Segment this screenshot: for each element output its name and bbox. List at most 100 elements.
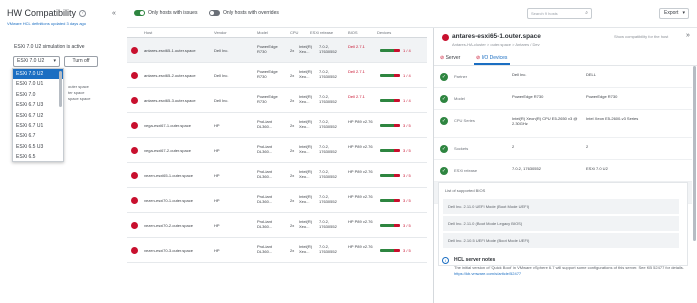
table-row[interactable]: vega-esxi67-1.outer.space HP ProLiant DL36…	[127, 113, 427, 138]
detail-row: ✓ Sockets 2 2	[434, 138, 692, 160]
vendor: Dell Inc.	[214, 73, 229, 78]
progress-error	[394, 149, 400, 152]
detail-row: ✓ Model PowerEdge R730 PowerEdge R730	[434, 88, 692, 110]
host-detail-pane: antares-esxi65-1.outer.space Antares-HA-…	[433, 28, 697, 303]
search-input[interactable]: Search 9 hosts ⌕	[527, 8, 592, 19]
version-option[interactable]: ESXi 6.5	[13, 152, 63, 162]
esxi-release: 7.0.2, 17630552	[319, 69, 337, 79]
hcl-updated-link[interactable]: VMware HCL definitions updated 3 days ag…	[7, 21, 86, 26]
esxi-release: 7.0.2, 17630552	[319, 194, 337, 204]
version-option[interactable]: ESXi 6.5 U3	[13, 142, 63, 152]
help-icon[interactable]: ?	[79, 9, 87, 17]
column-header-model[interactable]: Model	[257, 30, 268, 35]
progress-ok	[380, 99, 394, 102]
export-button[interactable]: Export ▾	[659, 8, 689, 19]
model: PowerEdge R730	[257, 94, 278, 104]
column-header-release[interactable]: ESXi release	[310, 30, 333, 35]
overrides-toggle[interactable]	[209, 10, 220, 16]
esxi-release: 7.0.2, 17630552	[319, 119, 337, 129]
host-name[interactable]: vezen-esxi70-1.outer.space	[144, 198, 193, 203]
supported-bios-item[interactable]: Dell Inc. 2.11.0 (Boot Mode Legacy BIOS)	[443, 216, 679, 231]
devices-progress-bar	[380, 124, 400, 127]
devices-count: 3 / 5	[403, 198, 411, 203]
issues-toggle[interactable]	[134, 10, 145, 16]
cpu-count: 2x	[290, 248, 295, 253]
host-name[interactable]: vega-esxi67-1.outer.space	[144, 123, 191, 128]
supported-bios-item[interactable]: Dell Inc. 2.10.5 UEFI Mode (Boot Mode UE…	[443, 233, 679, 248]
host-name[interactable]: antares-esxi65-3.outer.space	[144, 98, 196, 103]
table-row[interactable]: antares-esxi65-1.outer.space Dell Inc. Pow…	[127, 38, 427, 63]
export-label: Export	[664, 10, 679, 16]
progress-error	[394, 74, 400, 77]
version-option[interactable]: ESXi 6.7 U2	[13, 111, 63, 121]
table-row[interactable]: vezen-esxi70-3.outer.space HP ProLiant DL3…	[127, 238, 427, 263]
host-name[interactable]: vezen-esxi65-1.outer.space	[144, 173, 193, 178]
progress-error	[394, 249, 400, 252]
cpu-model: Intel(R) Xeo...	[299, 144, 313, 154]
version-option[interactable]: ESXi 6.7 U3	[13, 100, 63, 110]
cpu-count: 2x	[290, 48, 295, 53]
version-option[interactable]: ESXi 6.7 U1	[13, 121, 63, 131]
note-link[interactable]: https://kb.vmware.com/s/article/52477	[454, 271, 521, 276]
detail-hcl-value: Intel Xeon E5-2600-v3 Series	[586, 116, 639, 121]
collapse-left-icon[interactable]: «	[112, 10, 116, 17]
esxi-release: 7.0.2, 17630552	[319, 144, 337, 154]
dropdown-scrollbar[interactable]	[59, 71, 62, 107]
progress-error	[394, 124, 400, 127]
column-header-cpu[interactable]: CPU	[290, 30, 298, 35]
devices-count: 3 / 5	[403, 148, 411, 153]
version-option[interactable]: ESXi 6.7	[13, 131, 63, 141]
tab-server[interactable]: ⊘ Server	[440, 55, 460, 61]
check-icon: ✓	[440, 167, 448, 175]
bios-version: Dell 2.7.1	[348, 94, 365, 99]
table-row[interactable]: vezen-esxi70-1.outer.space HP ProLiant DL3…	[127, 188, 427, 213]
column-header-bios[interactable]: BIOS	[348, 30, 358, 35]
column-header-devices[interactable]: Devices	[377, 30, 391, 35]
host-name[interactable]: antares-esxi65-2.outer.space	[144, 73, 196, 78]
cpu-count: 2x	[290, 198, 295, 203]
host-name[interactable]: vezen-esxi70-3.outer.space	[144, 248, 193, 253]
cpu-model: Intel(R) Xeo...	[299, 169, 313, 179]
overrides-toggle-label: Only hosts with overrides	[223, 10, 279, 16]
version-option[interactable]: ESXi 7.0 U1	[13, 79, 63, 89]
table-row[interactable]: vezen-esxi65-1.outer.space HP ProLiant DL3…	[127, 163, 427, 188]
left-panel: HW Compatibility ? « VMware HCL definiti…	[0, 0, 127, 303]
error-icon	[131, 47, 138, 54]
table-row[interactable]: vega-esxi67-2.outer.space HP ProLiant DL36…	[127, 138, 427, 163]
tab-io-devices[interactable]: ⊘ I/O Devices	[476, 55, 507, 61]
vendor: HP	[214, 198, 220, 203]
turn-off-button[interactable]: Turn off	[64, 56, 98, 67]
model: PowerEdge R730	[257, 69, 278, 79]
column-header-host[interactable]: Host	[144, 30, 152, 35]
detail-host-value: Dell Inc.	[512, 72, 527, 77]
host-name[interactable]: vega-esxi67-2.outer.space	[144, 148, 191, 153]
model: ProLiant DL360...	[257, 119, 273, 129]
host-name[interactable]: vezen-esxi70-2.outer.space	[144, 223, 193, 228]
error-icon	[131, 147, 138, 154]
check-icon: ✓	[440, 95, 448, 103]
error-icon	[131, 172, 138, 179]
supported-bios-item[interactable]: Dell Inc. 2.11.0 UEFI Mode (Boot Mode UE…	[443, 199, 679, 214]
vendor: Dell Inc.	[214, 48, 229, 53]
esxi-release: 7.0.2, 17630552	[319, 219, 337, 229]
version-option[interactable]: ESXi 7.0 U2	[13, 69, 63, 80]
table-row[interactable]: antares-esxi65-2.outer.space Dell Inc. Pow…	[127, 63, 427, 88]
error-icon	[131, 97, 138, 104]
pane-scrollbar[interactable]	[693, 66, 696, 241]
check-icon: ✓	[440, 73, 448, 81]
column-header-vendor[interactable]: Vendor	[214, 30, 227, 35]
version-select-value: ESXi 7.0 U2	[17, 58, 45, 64]
devices-progress-bar	[380, 224, 400, 227]
host-name[interactable]: antares-esxi65-1.outer.space	[144, 48, 196, 53]
model: ProLiant DL360...	[257, 219, 273, 229]
show-compat-link[interactable]: Show compatibility for the host	[614, 34, 668, 39]
esxi-release: 7.0.2, 17630552	[319, 169, 337, 179]
cpu-model: Intel(R) Xeo...	[299, 44, 313, 54]
expand-icon[interactable]: »	[686, 32, 690, 39]
ghost-line: space space	[68, 96, 91, 101]
version-option[interactable]: ESXi 7.0	[13, 90, 63, 100]
version-select[interactable]: ESXi 7.0 U2 ▾	[13, 56, 60, 67]
detail-label: Partner	[454, 74, 468, 79]
table-row[interactable]: vezen-esxi70-2.outer.space HP ProLiant DL3…	[127, 213, 427, 238]
table-row[interactable]: antares-esxi65-3.outer.space Dell Inc. Pow…	[127, 88, 427, 113]
